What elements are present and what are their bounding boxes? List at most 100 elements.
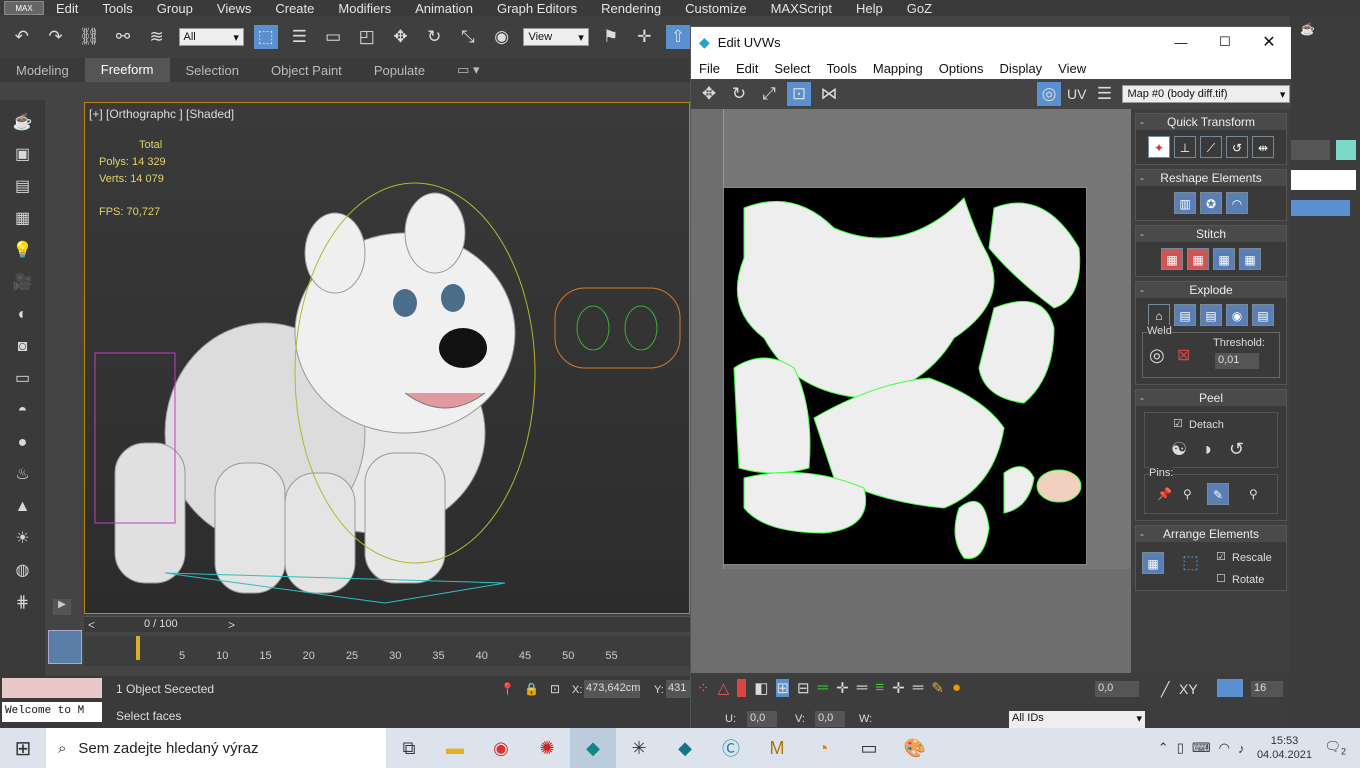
menu-group[interactable]: Group xyxy=(145,1,205,16)
uv-checker-icon[interactable]: ◎ xyxy=(1037,82,1061,106)
uv-scale-icon[interactable]: ⤢ xyxy=(757,82,781,106)
stitch-average-icon[interactable]: ▦ xyxy=(1187,248,1209,270)
face-mode-icon[interactable]: ■ xyxy=(737,679,747,697)
u-field[interactable]: 0,0 xyxy=(747,711,777,727)
camera-icon[interactable]: 🎥 xyxy=(12,272,34,294)
explode-flatten-icon[interactable]: ▤ xyxy=(1252,304,1274,326)
select-pins-icon[interactable]: ⚲ xyxy=(1249,487,1258,501)
rescale-checkbox[interactable]: ☑ xyxy=(1216,550,1226,563)
shrink-loop-icon[interactable]: ═ xyxy=(857,679,868,697)
file-explorer-icon[interactable]: ▬ xyxy=(432,728,478,768)
material-ids-select[interactable]: All IDs ▾ xyxy=(1009,711,1145,729)
object-color-swatch[interactable] xyxy=(1336,140,1356,160)
modifier-stack-selected[interactable] xyxy=(1290,200,1350,216)
uvw-menu-tools[interactable]: Tools xyxy=(819,61,865,76)
app-m-icon[interactable]: M xyxy=(754,728,800,768)
ring-shrink-icon[interactable]: ═ xyxy=(913,679,924,697)
falloff-value-field[interactable]: 0,0 xyxy=(1095,681,1139,697)
layer-icon[interactable]: ▦ xyxy=(12,208,34,230)
weld-target-icon[interactable]: ⊠ xyxy=(1177,345,1190,365)
explode-angle-icon[interactable]: ◉ xyxy=(1226,304,1248,326)
detach-checkbox[interactable]: ☑ xyxy=(1173,417,1183,430)
lock-icon[interactable]: 🔒 xyxy=(524,682,539,696)
plane-icon[interactable]: ▭ xyxy=(12,368,34,390)
uvw-menu-display[interactable]: Display xyxy=(992,61,1051,76)
uvw-menu-mapping[interactable]: Mapping xyxy=(865,61,931,76)
menu-goz[interactable]: GoZ xyxy=(895,1,944,16)
quick-transform-header[interactable]: Quick Transform xyxy=(1136,114,1286,130)
soft-select-icon[interactable]: ● xyxy=(952,679,961,697)
tray-battery-icon[interactable]: ▯ xyxy=(1177,740,1184,756)
3dsmax-icon[interactable]: ◆ xyxy=(570,728,616,768)
menu-animation[interactable]: Animation xyxy=(403,1,485,16)
peel-mode-icon[interactable]: ◑ xyxy=(1201,439,1212,460)
explode-material-icon[interactable]: ▤ xyxy=(1200,304,1222,326)
tab-populate[interactable]: Populate xyxy=(358,63,441,78)
scale-icon[interactable]: ⤡ xyxy=(456,25,480,49)
menu-rendering[interactable]: Rendering xyxy=(589,1,673,16)
relax-icon[interactable]: ✪ xyxy=(1200,192,1222,214)
menu-edit[interactable]: Edit xyxy=(44,1,90,16)
menu-customize[interactable]: Customize xyxy=(673,1,758,16)
ring-grow-icon[interactable]: ✛ xyxy=(892,679,905,697)
auto-pin-icon[interactable]: ✎ xyxy=(1207,483,1229,505)
select-by-name-icon[interactable]: ☰ xyxy=(288,25,312,49)
ribbon-options-icon[interactable]: ▭ ▾ xyxy=(441,62,495,78)
pack-custom-icon[interactable]: ⬚ xyxy=(1182,552,1199,573)
stitch-custom-icon[interactable]: ▦ xyxy=(1239,248,1261,270)
render-frame-icon[interactable]: ▣ xyxy=(12,144,34,166)
uv-move-icon[interactable]: ✥ xyxy=(697,82,721,106)
teapot-render-icon[interactable]: ☕ xyxy=(1300,22,1315,36)
pin-selected-icon[interactable]: 📌 xyxy=(1157,487,1172,501)
modifier-list-select[interactable] xyxy=(1290,170,1356,190)
time-cursor[interactable] xyxy=(136,636,140,660)
bear-model[interactable] xyxy=(85,103,689,613)
peel-header[interactable]: Peel xyxy=(1136,390,1286,406)
move-icon[interactable]: ✥ xyxy=(389,25,413,49)
tray-clock[interactable]: 15:53 04.04.2021 xyxy=(1252,734,1316,762)
reset-peel-icon[interactable]: ↺ xyxy=(1229,439,1244,460)
taskbar-search[interactable]: ⌕ Sem zadejte hledaný výraz xyxy=(46,728,386,768)
grid-icon[interactable]: ⋕ xyxy=(12,592,34,614)
uv-texture-canvas[interactable] xyxy=(723,187,1087,565)
tab-object-paint[interactable]: Object Paint xyxy=(255,63,358,78)
manipulate-icon[interactable]: ✛ xyxy=(633,25,657,49)
loop-icon[interactable]: ═ xyxy=(818,679,829,697)
app-teal-icon[interactable]: ◆ xyxy=(662,728,708,768)
paint-select-icon[interactable]: ✎ xyxy=(931,679,944,697)
quick-peel-icon[interactable]: ☯ xyxy=(1171,439,1187,460)
uvw-menu-options[interactable]: Options xyxy=(931,61,992,76)
blender-icon[interactable]: ◔ xyxy=(800,728,846,768)
maxscript-mini-listener[interactable] xyxy=(2,678,102,698)
app-logo[interactable]: MAX xyxy=(4,1,44,15)
minimize-icon[interactable]: — xyxy=(1159,35,1203,50)
tray-language-icon[interactable]: ⌨ xyxy=(1192,740,1211,756)
set-pivot-icon[interactable]: ✦ xyxy=(1148,136,1170,158)
time-slider[interactable]: < 0 / 100 > xyxy=(84,616,690,632)
menu-tools[interactable]: Tools xyxy=(90,1,144,16)
threshold-field[interactable]: 0,01 xyxy=(1215,353,1259,369)
disc-icon[interactable]: ◍ xyxy=(12,560,34,582)
name-field[interactable] xyxy=(1290,140,1330,160)
uvw-menu-edit[interactable]: Edit xyxy=(728,61,766,76)
tab-selection[interactable]: Selection xyxy=(170,63,255,78)
hemisphere-icon[interactable]: ◓ xyxy=(12,400,34,422)
tab-freeform[interactable]: Freeform xyxy=(84,58,170,82)
paint-app-icon[interactable]: 🎨 xyxy=(892,728,938,768)
x-coord-field[interactable]: 473,642cm xyxy=(584,680,640,698)
place-icon[interactable]: ◉ xyxy=(490,25,514,49)
undo-icon[interactable]: ↶ xyxy=(10,25,34,49)
teapot-icon[interactable]: ☕ xyxy=(12,112,34,134)
time-next-icon[interactable]: > xyxy=(228,618,235,632)
uv-shells[interactable] xyxy=(724,188,1086,564)
straighten-icon[interactable]: ▥ xyxy=(1174,192,1196,214)
unpin-icon[interactable]: ⚲ xyxy=(1183,487,1192,501)
element-mode-icon[interactable]: ◧ xyxy=(754,679,768,697)
map-list-icon[interactable]: ☰ xyxy=(1092,82,1116,106)
task-view-icon[interactable]: ⧉ xyxy=(386,728,432,768)
unlink-icon[interactable]: ⚯ xyxy=(111,25,135,49)
ring-icon[interactable]: ✛ xyxy=(836,679,849,697)
tray-volume-icon[interactable]: ♪ xyxy=(1238,741,1245,756)
spacing-horizontal-icon[interactable]: ⇹ xyxy=(1252,136,1274,158)
expand-panel-icon[interactable]: ▶ xyxy=(53,599,71,615)
